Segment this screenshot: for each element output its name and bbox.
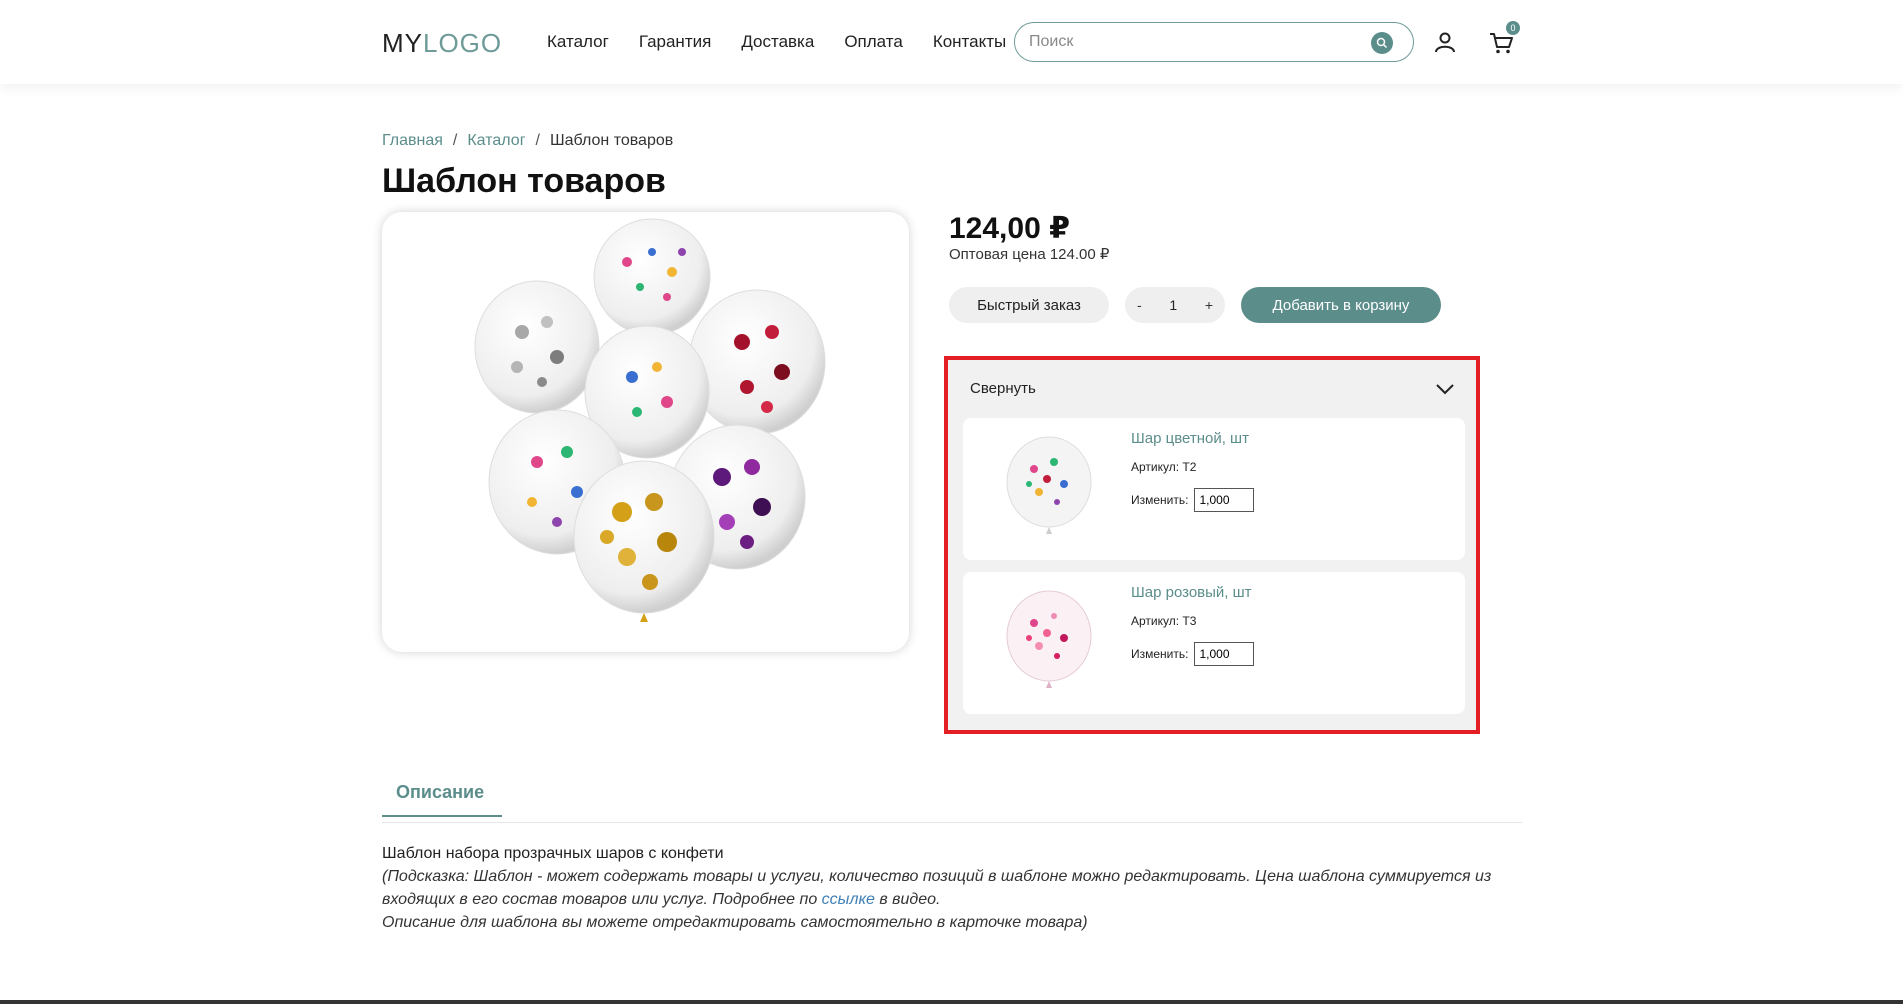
search-input[interactable] [1029, 31, 1349, 53]
search-box [1014, 22, 1414, 62]
user-icon[interactable] [1433, 30, 1457, 54]
quantity-stepper: - 1 + [1125, 287, 1225, 323]
page-title: Шаблон товаров [382, 162, 666, 200]
wholesale-price: Оптовая цена 124.00 ₽ [949, 246, 1110, 263]
item-thumbnail[interactable] [999, 434, 1099, 544]
main-nav: Каталог Гарантия Доставка Оплата Контакт… [547, 32, 1006, 52]
hint-text-end: в видео. [874, 891, 941, 908]
item-quantity-input[interactable] [1194, 642, 1255, 666]
qty-plus-button[interactable]: + [1205, 297, 1213, 313]
balloons-image [474, 218, 826, 622]
tab-description[interactable]: Описание [382, 782, 502, 817]
description-hint: (Подсказка: Шаблон - может содержать тов… [382, 865, 1522, 911]
site-logo[interactable]: MYLOGO [382, 28, 502, 59]
nav-contacts[interactable]: Контакты [933, 32, 1006, 52]
breadcrumb: Главная / Каталог / Шаблон товаров [382, 132, 673, 150]
template-item: Шар цветной, шт Артикул: T2 Изменить: [963, 418, 1465, 560]
chevron-down-icon[interactable] [1434, 378, 1456, 400]
item-sku: Артикул: T3 [1131, 614, 1197, 628]
nav-catalog[interactable]: Каталог [547, 32, 609, 52]
hint-link[interactable]: ссылке [822, 891, 875, 908]
cart-count-badge: 0 [1506, 21, 1520, 35]
qty-value[interactable]: 1 [1169, 297, 1177, 313]
logo-my: MY [382, 28, 423, 58]
add-to-cart-button[interactable]: Добавить в корзину [1241, 287, 1441, 323]
site-header: MYLOGO Каталог Гарантия Доставка Оплата … [0, 0, 1903, 84]
item-change-label: Изменить: [1131, 493, 1189, 507]
template-items-panel: Свернуть Шар цветной, шт Артикул: T2 Изм… [944, 356, 1480, 734]
item-sku: Артикул: T2 [1131, 460, 1197, 474]
description-hint-note: Описание для шаблона вы можете отредакти… [382, 914, 1088, 931]
quick-order-button[interactable]: Быстрый заказ [949, 287, 1109, 323]
footer-edge [0, 1000, 1903, 1004]
item-quantity-input[interactable] [1194, 488, 1255, 512]
logo-rest: LOGO [423, 28, 503, 58]
nav-warranty[interactable]: Гарантия [639, 32, 712, 52]
item-change-row: Изменить: [1131, 488, 1255, 512]
product-price: 124,00 ₽ [949, 212, 1070, 245]
nav-delivery[interactable]: Доставка [741, 32, 814, 52]
template-item: Шар розовый, шт Артикул: T3 Изменить: [963, 572, 1465, 714]
tab-divider [382, 822, 1522, 823]
item-change-row: Изменить: [1131, 642, 1255, 666]
description-line: Шаблон набора прозрачных шаров с конфети [382, 845, 724, 862]
breadcrumb-current: Шаблон товаров [549, 132, 674, 149]
product-image[interactable] [382, 212, 909, 652]
breadcrumb-separator: / [452, 132, 458, 149]
breadcrumb-catalog[interactable]: Каталог [467, 132, 525, 150]
product-description: Шаблон набора прозрачных шаров с конфети… [382, 842, 1522, 934]
collapse-toggle[interactable]: Свернуть [970, 380, 1036, 397]
breadcrumb-home[interactable]: Главная [382, 132, 443, 150]
breadcrumb-separator: / [535, 132, 540, 149]
item-thumbnail[interactable] [999, 588, 1099, 698]
item-name-link[interactable]: Шар цветной, шт [1131, 430, 1249, 447]
qty-minus-button[interactable]: - [1137, 297, 1142, 313]
search-icon [1376, 37, 1388, 49]
nav-payment[interactable]: Оплата [844, 32, 902, 52]
item-name-link[interactable]: Шар розовый, шт [1131, 584, 1252, 601]
search-button[interactable] [1371, 32, 1393, 54]
item-change-label: Изменить: [1131, 647, 1189, 661]
